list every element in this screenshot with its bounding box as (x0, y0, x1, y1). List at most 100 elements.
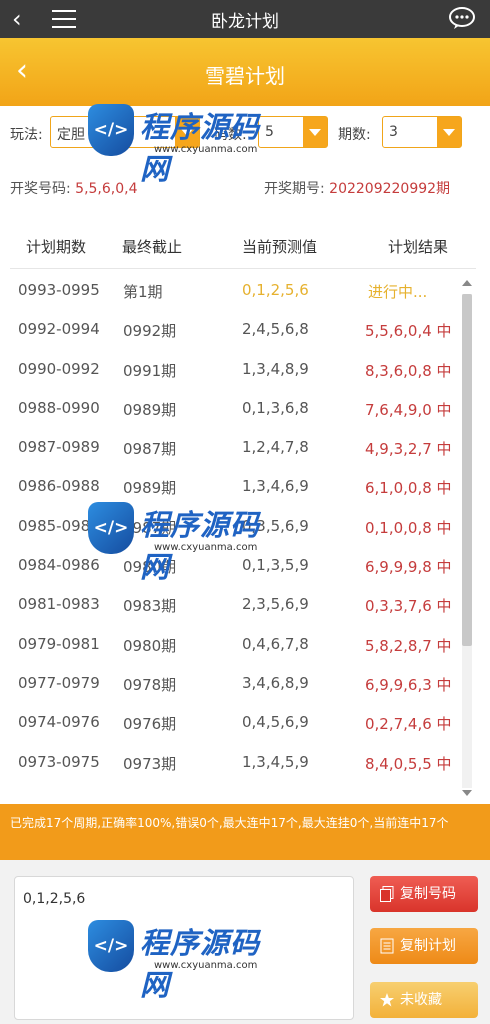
star-icon (380, 993, 394, 1007)
cell-deadline: 第1期 (123, 283, 163, 301)
top-app-bar: ‹ 卧龙计划 (0, 0, 490, 38)
cell-period: 0979-0981 (18, 634, 100, 653)
table-row: 0981-0983 0983期 2,3,5,6,9 0,3,3,7,6 中 (10, 584, 460, 623)
copy-numbers-button[interactable]: 复制号码 (370, 876, 478, 912)
draw-numbers: 开奖号码: 5,5,6,0,4 (10, 178, 138, 198)
table-row: 0988-0990 0989期 0,1,3,6,8 7,6,4,9,0 中 (10, 388, 460, 427)
watermark-url: www.cxyuanma.com (154, 542, 258, 553)
cell-result: 8,4,0,5,5 中 (365, 754, 452, 773)
cell-period: 0977-0979 (18, 673, 100, 692)
watermark-shield-icon: </> (88, 920, 134, 972)
cell-result: 5,8,2,8,7 中 (365, 636, 452, 655)
issue-value: 202209220992期 (329, 181, 451, 197)
copy-numbers-label: 复制号码 (400, 886, 456, 902)
cell-prediction: 1,3,4,6,9 (242, 477, 309, 496)
cell-result: 6,9,9,9,8 中 (365, 558, 452, 577)
table-row: 0993-0995 第1期 0,1,2,5,6 进行中... (10, 270, 460, 309)
favorite-label: 未收藏 (400, 992, 442, 1008)
cell-prediction: 2,4,5,6,8 (242, 320, 309, 339)
copy-plan-label: 复制计划 (400, 938, 456, 954)
stats-summary: 已完成17个周期,正确率100%,错误0个,最大连中17个,最大连挂0个,当前连… (0, 804, 490, 860)
cell-result: 8,3,6,0,8 中 (365, 361, 452, 380)
chevron-down-icon (303, 117, 327, 147)
cell-deadline: 0976期 (123, 715, 177, 734)
header-result: 计划结果 (388, 238, 449, 256)
cell-result: 进行中... (368, 283, 428, 301)
watermark-url: www.cxyuanma.com (154, 144, 258, 155)
table-header: 计划期数 最终截止 当前预测值 计划结果 (10, 222, 476, 269)
table-row: 0990-0992 0991期 1,3,4,8,9 8,3,6,0,8 中 (10, 349, 460, 388)
cell-deadline: 0991期 (123, 361, 177, 380)
cell-prediction: 1,3,4,8,9 (242, 359, 309, 378)
scroll-down-icon[interactable] (462, 790, 472, 796)
cell-deadline: 0989期 (123, 400, 177, 419)
cell-period: 0993-0995 (18, 281, 100, 299)
cell-prediction: 0,4,6,7,8 (242, 634, 309, 653)
draw-issue: 开奖期号: 202209220992期 (264, 178, 450, 198)
watermark-url: www.cxyuanma.com (154, 960, 258, 971)
table-row: 0977-0979 0978期 3,4,6,8,9 6,9,9,6,3 中 (10, 663, 460, 702)
cell-deadline: 0983期 (123, 597, 177, 616)
plan-header: ‹ 雪碧计划 (0, 38, 490, 106)
cell-result: 5,5,6,0,4 中 (365, 322, 452, 341)
period-label: 期数: (338, 127, 371, 143)
cell-prediction: 0,1,2,5,6 (242, 281, 309, 299)
period-select[interactable]: 3 (382, 116, 462, 148)
app-title: 卧龙计划 (211, 12, 279, 32)
cell-period: 0973-0975 (18, 752, 100, 771)
cell-deadline: 0987期 (123, 440, 177, 459)
cell-prediction: 3,4,6,8,9 (242, 673, 309, 692)
cell-deadline: 0973期 (123, 754, 177, 773)
play-label: 玩法: (10, 127, 43, 143)
cell-prediction: 0,1,3,6,8 (242, 398, 309, 417)
cell-period: 0986-0988 (18, 477, 100, 496)
draw-label: 开奖号码: (10, 181, 71, 197)
cell-deadline: 0978期 (123, 675, 177, 694)
cell-result: 0,2,7,4,6 中 (365, 715, 452, 734)
table-row: 0992-0994 0992期 2,4,5,6,8 5,5,6,0,4 中 (10, 309, 460, 348)
cell-prediction: 0,4,5,6,9 (242, 713, 309, 732)
cell-prediction: 1,3,4,5,9 (242, 752, 309, 771)
watermark: </> 程序源码网 www.cxyuanma.com (88, 496, 288, 584)
table-row: 0974-0976 0976期 0,4,5,6,9 0,2,7,4,6 中 (10, 702, 460, 741)
scroll-up-icon[interactable] (462, 280, 472, 286)
watermark: </> 程序源码网 www.cxyuanma.com (88, 98, 288, 186)
watermark: </> 程序源码网 www.cxyuanma.com (88, 914, 288, 1002)
cell-result: 0,1,0,0,8 中 (365, 518, 452, 537)
copy-plan-button[interactable]: 复制计划 (370, 928, 478, 964)
cell-result: 6,9,9,6,3 中 (365, 675, 452, 694)
play-select-value: 定胆 (57, 127, 85, 143)
watermark-shield-icon: </> (88, 104, 134, 156)
scroll-thumb[interactable] (462, 294, 472, 646)
cell-result: 7,6,4,9,0 中 (365, 400, 452, 419)
cell-result: 4,9,3,2,7 中 (365, 440, 452, 459)
header-plan-period: 计划期数 (26, 238, 87, 256)
cell-result: 6,1,0,0,8 中 (365, 479, 452, 498)
document-icon (380, 938, 394, 954)
watermark-shield-icon: </> (88, 502, 134, 554)
cell-result: 0,3,3,7,6 中 (365, 597, 452, 616)
copy-icon (380, 886, 394, 902)
draw-value: 5,5,6,0,4 (75, 181, 138, 197)
chat-bubble-icon[interactable] (448, 6, 476, 30)
cell-period: 0988-0990 (18, 398, 100, 417)
table-row: 0979-0981 0980期 0,4,6,7,8 5,8,2,8,7 中 (10, 624, 460, 663)
plan-title: 雪碧计划 (205, 64, 285, 88)
header-prediction: 当前预测值 (242, 238, 318, 256)
table-scrollbar[interactable] (460, 280, 474, 796)
table-row: 0973-0975 0973期 1,3,4,5,9 8,4,0,5,5 中 (10, 742, 460, 781)
table-row: 0987-0989 0987期 1,2,4,7,8 4,9,3,2,7 中 (10, 427, 460, 466)
cell-prediction: 2,3,5,6,9 (242, 595, 309, 614)
cell-period: 0974-0976 (18, 713, 100, 732)
cell-deadline: 0992期 (123, 322, 177, 341)
cell-deadline: 0980期 (123, 636, 177, 655)
chevron-down-icon (437, 117, 461, 147)
cell-period: 0992-0994 (18, 320, 100, 339)
period-select-value: 3 (389, 124, 398, 140)
cell-prediction: 1,2,4,7,8 (242, 438, 309, 457)
cell-period: 0987-0989 (18, 438, 100, 457)
favorite-button[interactable]: 未收藏 (370, 982, 478, 1018)
cell-period: 0990-0992 (18, 359, 100, 378)
header-deadline: 最终截止 (122, 238, 183, 256)
cell-period: 0981-0983 (18, 595, 100, 614)
